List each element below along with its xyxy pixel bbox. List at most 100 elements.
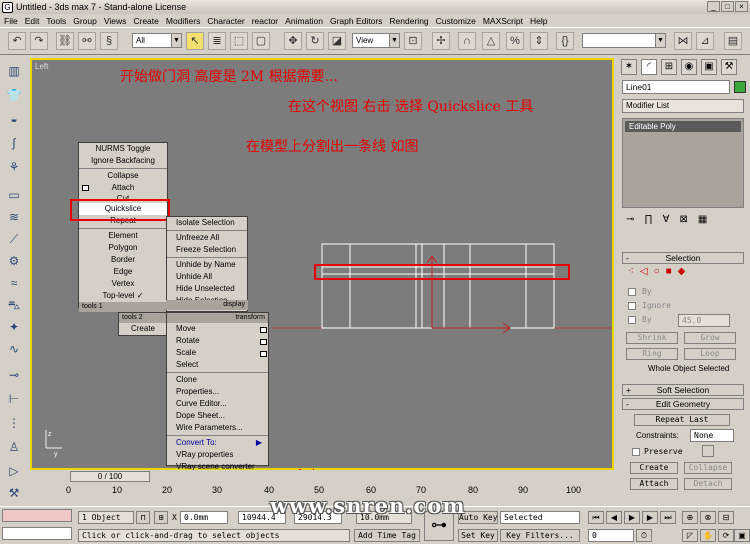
redo-icon[interactable]: ↷ xyxy=(30,32,48,50)
object-name-field[interactable]: Line01 xyxy=(622,80,730,94)
point-to-point-icon[interactable]: ⋮ xyxy=(5,414,23,432)
edit-geometry-rollout-header[interactable]: - Edit Geometry xyxy=(622,398,744,410)
menu-item-scale[interactable]: Scale xyxy=(167,347,268,359)
menu-item-polygon[interactable]: Polygon xyxy=(79,242,167,254)
menu-maxscript[interactable]: MAXScript xyxy=(483,16,523,26)
menu-create[interactable]: Create xyxy=(133,16,159,26)
select-manipulate-icon[interactable]: ✢ xyxy=(432,32,450,50)
lock-selection-icon[interactable]: ⊓ xyxy=(136,511,150,524)
layer-manager-icon[interactable]: ▤ xyxy=(724,32,742,50)
angle-snap-icon[interactable]: △ xyxy=(482,32,500,50)
menu-item-element[interactable]: Element xyxy=(79,230,167,242)
menu-item-freeze-selection[interactable]: Freeze Selection xyxy=(167,244,247,256)
menu-item-isolate-selection[interactable]: Isolate Selection xyxy=(167,217,247,229)
move-icon[interactable]: ✥ xyxy=(284,32,302,50)
maximize-button[interactable]: □ xyxy=(721,1,734,12)
menu-item-curve-editor[interactable]: Curve Editor... xyxy=(167,398,268,410)
hierarchy-tab-icon[interactable]: ⊞ xyxy=(661,59,677,75)
constraints-dropdown[interactable]: None xyxy=(690,429,734,442)
menu-reactor[interactable]: reactor xyxy=(252,16,278,26)
analyze-icon[interactable]: ⚒ xyxy=(5,484,23,502)
align-icon[interactable]: ⊿ xyxy=(696,32,714,50)
menu-item-nurms-toggle[interactable]: NURMS Toggle xyxy=(79,143,167,155)
rigid-body-icon[interactable]: ▥ xyxy=(5,62,23,80)
spinner-snap-icon[interactable]: ⇕ xyxy=(530,32,548,50)
close-button[interactable]: × xyxy=(735,1,748,12)
menu-item-vertex[interactable]: Vertex xyxy=(79,278,167,290)
menu-item-properties[interactable]: Properties... xyxy=(167,386,268,398)
menu-rendering[interactable]: Rendering xyxy=(389,16,428,26)
constraint-icon[interactable]: ⊸ xyxy=(5,366,23,384)
pan-icon[interactable]: ✋ xyxy=(700,529,716,542)
undo-icon[interactable]: ↶ xyxy=(8,32,26,50)
percent-snap-icon[interactable]: % xyxy=(506,32,524,50)
minimize-button[interactable]: _ xyxy=(707,1,720,12)
create-button[interactable]: Create xyxy=(630,462,678,474)
menu-item-edge[interactable]: Edge xyxy=(79,266,167,278)
water-icon[interactable]: ∿ xyxy=(5,340,23,358)
next-frame-icon[interactable]: ▶ xyxy=(642,511,658,524)
named-selection-dropdown[interactable]: ▼ xyxy=(582,33,666,48)
maximize-viewport-icon[interactable]: ▣ xyxy=(734,529,750,542)
toy-car-icon[interactable]: ⛍ xyxy=(5,296,23,314)
mirror-icon[interactable]: ⋈ xyxy=(674,32,692,50)
menu-item-hide-unselected[interactable]: Hide Unselected xyxy=(167,283,247,295)
pivot-center-icon[interactable]: ⊡ xyxy=(404,32,422,50)
deforming-mesh-icon[interactable]: ⚘ xyxy=(5,158,23,176)
border-icon[interactable]: ○ xyxy=(654,266,660,277)
detach-button[interactable]: Detach xyxy=(684,478,732,490)
rotate-settings-icon[interactable] xyxy=(260,339,267,345)
menu-item-dope-sheet[interactable]: Dope Sheet... xyxy=(167,410,268,422)
scale-icon[interactable]: ◪ xyxy=(328,32,346,50)
menu-item-create[interactable]: Create xyxy=(119,323,167,335)
rectangular-selection-icon[interactable]: ⬚ xyxy=(230,32,248,50)
ragdoll-icon[interactable]: ♙ xyxy=(5,438,23,456)
preserve-settings-button[interactable] xyxy=(702,445,714,457)
left-viewport[interactable]: Left 开始做门洞 高度是 2M 根据需要... 在这个视图 右击 选择 Qu… xyxy=(30,58,614,471)
menu-graph-editors[interactable]: Graph Editors xyxy=(330,16,382,26)
loop-button[interactable]: Loop xyxy=(684,348,736,360)
wind-icon[interactable]: ≈ xyxy=(5,274,23,292)
scale-settings-icon[interactable] xyxy=(260,351,267,357)
edit-named-selection-icon[interactable]: {} xyxy=(556,32,574,50)
make-unique-icon[interactable]: ∀ xyxy=(663,214,670,230)
menu-file[interactable]: File xyxy=(4,16,18,26)
time-slider[interactable]: 0 / 100 xyxy=(70,471,150,482)
plane-icon[interactable]: ▭ xyxy=(5,186,23,204)
repeat-last-button[interactable]: Repeat Last xyxy=(634,414,730,426)
move-settings-icon[interactable] xyxy=(260,327,267,333)
object-color-swatch[interactable] xyxy=(734,81,746,93)
collapse-button[interactable]: Collapse xyxy=(684,462,732,474)
by-vertex-checkbox[interactable] xyxy=(628,288,636,296)
edge-icon[interactable]: ◁ xyxy=(640,266,648,277)
absolute-mode-icon[interactable]: ⊞ xyxy=(154,511,168,524)
select-by-name-icon[interactable]: ≣ xyxy=(208,32,226,50)
show-end-result-icon[interactable]: ∏ xyxy=(644,214,652,230)
cloth-icon[interactable]: 👕 xyxy=(5,86,23,104)
menu-item-vray-properties[interactable]: VRay properties xyxy=(167,449,268,461)
ring-button[interactable]: Ring xyxy=(626,348,678,360)
key-selection-dropdown[interactable]: Selected xyxy=(500,511,580,524)
menu-item-rotate[interactable]: Rotate xyxy=(167,335,268,347)
menu-item-top-level[interactable]: Top-level ✓ xyxy=(79,290,167,302)
menu-views[interactable]: Views xyxy=(104,16,127,26)
vertex-icon[interactable]: ⁖ xyxy=(628,266,634,277)
menu-item-convert-to[interactable]: Convert To: ▶ xyxy=(167,437,268,449)
menu-item-collapse[interactable]: Collapse xyxy=(79,170,167,182)
stack-item-editable-poly[interactable]: Editable Poly xyxy=(625,121,741,132)
key-filters-button[interactable]: Key Filters... xyxy=(500,529,580,542)
bind-space-warp-icon[interactable]: § xyxy=(100,32,118,50)
select-object-icon[interactable]: ↖ xyxy=(186,32,204,50)
menu-item-move[interactable]: Move xyxy=(167,323,268,335)
menu-item-unhide-all[interactable]: Unhide All xyxy=(167,271,247,283)
element-icon[interactable]: ◆ xyxy=(678,266,686,277)
menu-item-select[interactable]: Select xyxy=(167,359,268,371)
soft-body-icon[interactable]: ◒ xyxy=(5,110,23,128)
menu-character[interactable]: Character xyxy=(207,16,244,26)
dashpot-icon[interactable]: ⟋ xyxy=(5,230,23,248)
menu-item-attach[interactable]: Attach xyxy=(79,182,167,194)
x-coordinate-field[interactable]: 0.0mm xyxy=(180,511,228,524)
polygon-icon[interactable]: ■ xyxy=(666,266,672,277)
rope-icon[interactable]: ∫ xyxy=(5,134,23,152)
by-angle-checkbox[interactable] xyxy=(628,316,636,324)
